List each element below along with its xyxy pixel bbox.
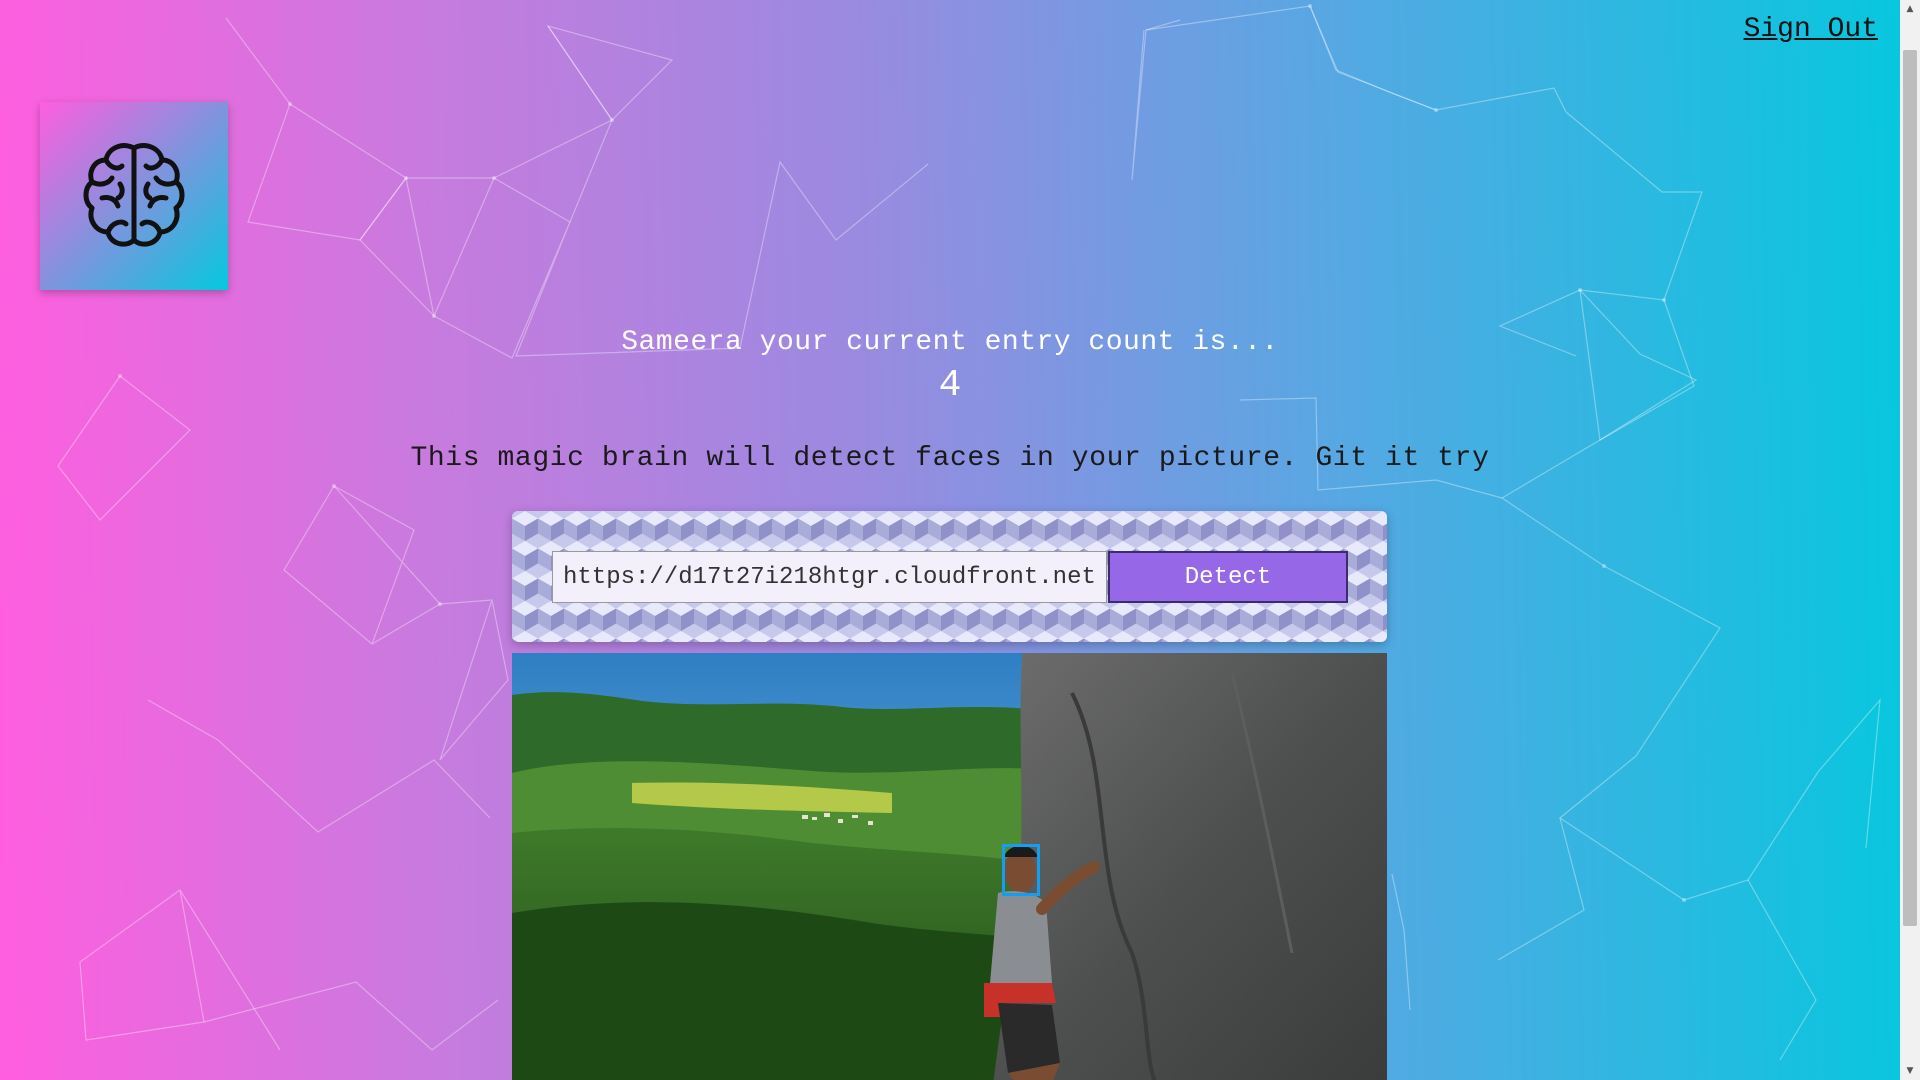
image-url-input[interactable] <box>552 551 1107 603</box>
sign-out-link[interactable]: Sign Out <box>1744 14 1878 45</box>
image-url-form: Detect <box>512 511 1387 642</box>
detect-button[interactable]: Detect <box>1108 551 1348 603</box>
scroll-up-arrow-icon[interactable]: ▲ <box>1900 0 1920 18</box>
uploaded-photo <box>512 653 1387 1080</box>
scrollbar-thumb[interactable] <box>1903 50 1917 926</box>
vertical-scrollbar[interactable]: ▲ ▼ <box>1900 0 1920 1080</box>
entry-count-message: Sameera your current entry count is... <box>621 327 1279 358</box>
scroll-down-arrow-icon[interactable]: ▼ <box>1900 1062 1920 1080</box>
brain-icon <box>83 143 185 247</box>
result-image-container <box>512 653 1387 1080</box>
face-bounding-box <box>1002 844 1040 896</box>
app-tagline: This magic brain will detect faces in yo… <box>410 443 1490 474</box>
logo-tile <box>40 102 228 290</box>
app-page: Sign Out Sameera your current entry coun… <box>0 0 1920 1080</box>
entry-count-value: 4 <box>938 364 962 407</box>
